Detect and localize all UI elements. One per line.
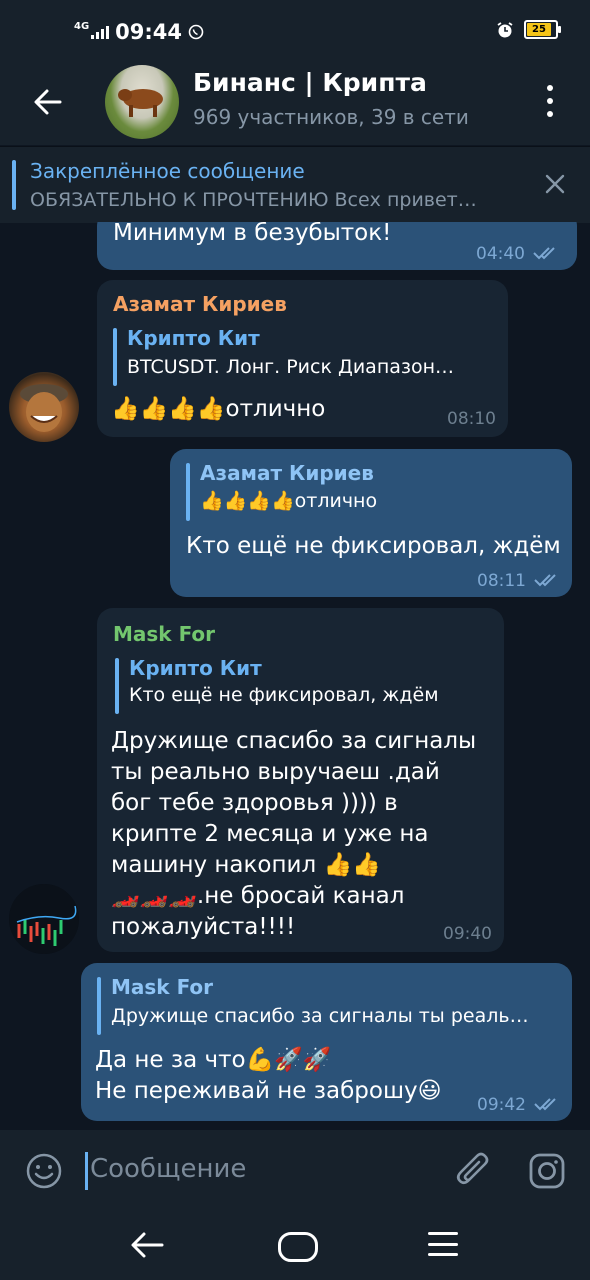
instagram-camera-icon[interactable] xyxy=(528,1152,566,1190)
read-ticks-icon xyxy=(534,574,556,587)
status-right: 25 xyxy=(496,20,561,39)
nav-back-icon[interactable] xyxy=(128,1229,166,1261)
avatar-chart-image xyxy=(9,884,79,954)
reply-preview[interactable]: Mask For Дружище спасибо за сигналы ты р… xyxy=(97,975,571,1037)
reply-snippet: BTCUSDT. Лонг. Риск Диапазон… xyxy=(127,356,455,378)
message-incoming[interactable]: Азамат Кириев Крипто Кит BTCUSDT. Лонг. … xyxy=(97,280,508,437)
user-avatar[interactable] xyxy=(9,884,79,954)
message-text: Да не за что💪🚀🚀 Не переживай не заброшу😃 xyxy=(95,1045,442,1107)
message-text: Минимум в безубыток! xyxy=(113,222,392,246)
message-line: пожалуйста!!!! xyxy=(111,914,296,940)
message-incoming[interactable]: Mask For Крипто Кит Кто ещё не фиксирова… xyxy=(97,608,504,952)
battery-icon: 25 xyxy=(524,20,561,39)
reply-author: Крипто Кит xyxy=(129,656,262,680)
sender-name[interactable]: Азамат Кириев xyxy=(113,292,287,316)
chat-title[interactable]: Бинанс | Крипта xyxy=(193,68,427,97)
nav-home-icon[interactable] xyxy=(278,1232,318,1262)
network-type: 4G xyxy=(74,21,90,32)
whatsapp-icon xyxy=(188,24,204,40)
message-outgoing[interactable]: Азамат Кириев 👍👍👍👍отлично Кто ещё не фик… xyxy=(170,449,572,597)
reply-snippet: Дружище спасибо за сигналы ты реаль… xyxy=(111,1005,529,1027)
reply-author: Азамат Кириев xyxy=(200,461,374,485)
pinned-title: Закреплённое сообщение xyxy=(30,159,305,183)
message-outgoing[interactable]: Mask For Дружище спасибо за сигналы ты р… xyxy=(81,963,572,1121)
reply-author: Mask For xyxy=(111,975,214,999)
reply-snippet: 👍👍👍👍отлично xyxy=(200,490,378,512)
system-nav-bar xyxy=(0,1210,590,1280)
message-text: Дружище спасибо за сигналы ты реально вы… xyxy=(111,726,476,943)
message-time: 08:11 xyxy=(477,571,526,591)
status-bar: 4G 09:44 25 xyxy=(0,0,590,60)
message-text: 👍👍👍👍отлично xyxy=(111,396,326,422)
message-line: крипте 2 месяца и уже на xyxy=(111,821,429,847)
message-time: 08:10 xyxy=(447,409,496,429)
status-left: 4G 09:44 xyxy=(74,20,204,44)
message-line: бог тебе здоровья )))) в xyxy=(111,790,398,816)
message-line: ты реально выручаеш .дай xyxy=(111,759,440,785)
message-time: 09:42 xyxy=(477,1095,526,1115)
message-line: 🏎️🏎️🏎️.не бросай канал xyxy=(111,883,405,909)
user-avatar[interactable] xyxy=(9,372,79,442)
battery-level: 25 xyxy=(527,23,551,36)
pinned-text: ОБЯЗАТЕЛЬНО К ПРОЧТЕНИЮ Всех привет… xyxy=(30,189,477,211)
signal-icon: 4G xyxy=(74,21,110,39)
text-cursor xyxy=(85,1152,88,1190)
message-time: 09:40 xyxy=(443,924,492,944)
sender-name[interactable]: Mask For xyxy=(113,622,215,646)
message-line: Да не за что💪🚀🚀 xyxy=(95,1047,332,1073)
back-arrow-icon[interactable] xyxy=(28,82,68,122)
reply-preview[interactable]: Крипто Кит Кто ещё не фиксировал, ждём xyxy=(115,656,504,716)
message-list[interactable]: Минимум в безубыток! 04:40 Азамат Кириев… xyxy=(0,222,590,1130)
read-ticks-icon xyxy=(534,1098,556,1111)
avatar-face-image xyxy=(20,384,68,432)
reply-preview[interactable]: Крипто Кит BTCUSDT. Лонг. Риск Диапазон… xyxy=(113,326,507,388)
read-ticks-icon xyxy=(533,247,555,260)
status-time: 09:44 xyxy=(115,20,183,44)
close-icon[interactable] xyxy=(544,173,566,195)
chat-header: Бинанс | Крипта 969 участников, 39 в сет… xyxy=(0,60,590,145)
message-input[interactable]: Сообщение xyxy=(90,1154,246,1184)
chat-avatar[interactable] xyxy=(105,65,179,139)
reply-snippet: Кто ещё не фиксировал, ждём xyxy=(129,684,439,706)
pinned-indicator xyxy=(12,160,16,210)
message-line: Не переживай не заброшу😃 xyxy=(95,1078,442,1104)
paperclip-icon[interactable] xyxy=(453,1150,493,1192)
message-composer: Сообщение xyxy=(0,1130,590,1210)
nav-recents-icon[interactable] xyxy=(428,1232,458,1256)
alarm-icon xyxy=(497,21,513,37)
emoji-icon[interactable] xyxy=(25,1152,63,1190)
message-text: Кто ещё не фиксировал, ждём xyxy=(186,533,561,559)
message-line: Дружище спасибо за сигналы xyxy=(111,728,477,754)
message-time: 04:40 xyxy=(476,244,525,264)
message-outgoing[interactable]: Минимум в безубыток! 04:40 xyxy=(97,222,577,270)
pinned-message[interactable]: Закреплённое сообщение ОБЯЗАТЕЛЬНО К ПРО… xyxy=(0,146,590,223)
bull-image xyxy=(118,89,163,117)
more-options-icon[interactable] xyxy=(544,85,556,117)
reply-author: Крипто Кит xyxy=(127,326,260,350)
chat-subtitle: 969 участников, 39 в сети xyxy=(193,105,469,129)
reply-preview[interactable]: Азамат Кириев 👍👍👍👍отлично xyxy=(186,461,570,523)
message-line: машину накопил 👍👍 xyxy=(111,852,381,878)
